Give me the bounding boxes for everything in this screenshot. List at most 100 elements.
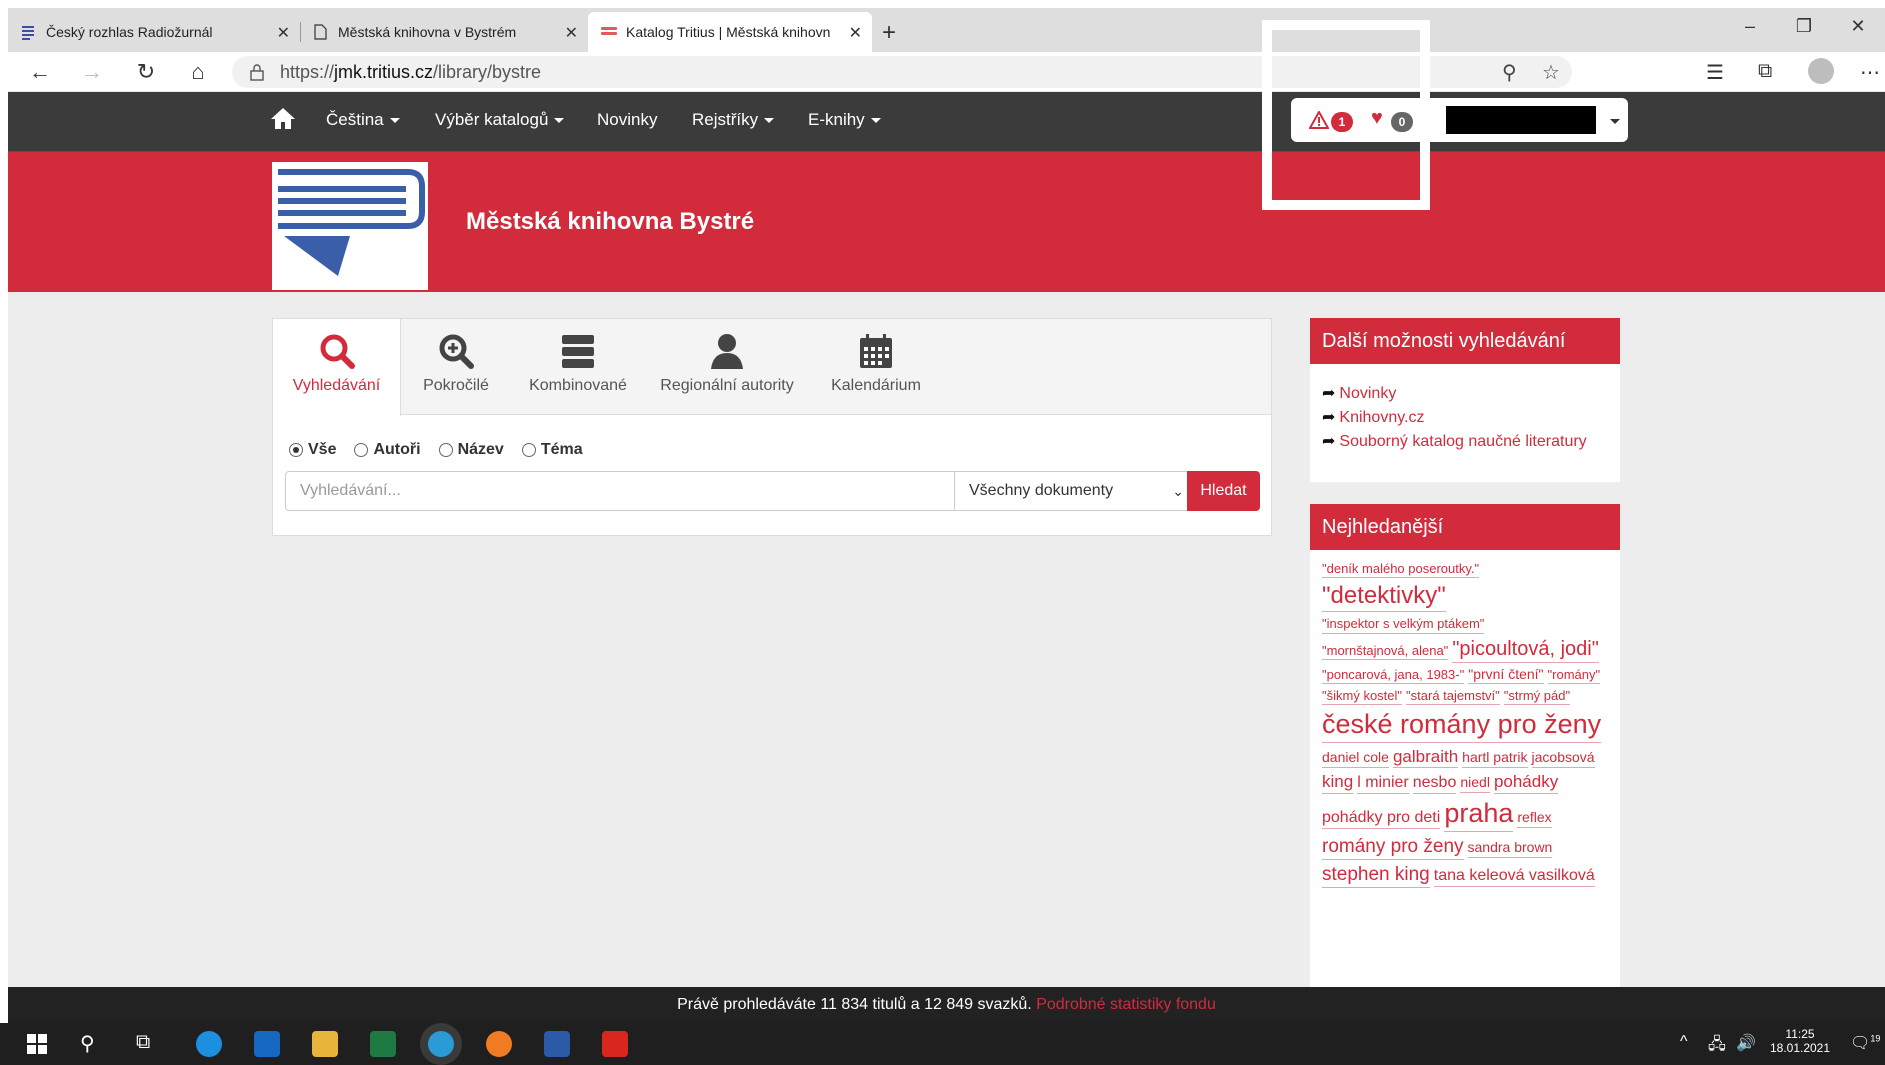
- tab-search[interactable]: Vyhledávání: [273, 319, 401, 416]
- search-tag[interactable]: "první čtení": [1468, 666, 1544, 684]
- edge-icon[interactable]: [428, 1031, 454, 1057]
- favorite-star-icon[interactable]: ☆: [1542, 60, 1560, 85]
- minimize-icon[interactable]: –: [1723, 8, 1777, 44]
- search-tag[interactable]: hartl patrik: [1462, 749, 1528, 768]
- arrow-right-icon: ➦: [1322, 409, 1336, 426]
- search-tag[interactable]: nesbo: [1412, 773, 1457, 795]
- stats-link[interactable]: Podrobné statistiky fondu: [1036, 996, 1216, 1013]
- tab-calendar[interactable]: Kalendárium: [809, 319, 943, 415]
- search-tag[interactable]: jacobsová: [1531, 749, 1595, 768]
- search-tag[interactable]: tana keleová vasilková: [1433, 866, 1595, 887]
- search-tag[interactable]: praha: [1444, 797, 1514, 832]
- tag-cloud: "deník malého poseroutky." "detektivky" "i…: [1310, 550, 1620, 980]
- zoom-in-icon: [439, 334, 474, 369]
- document-type-select[interactable]: Všechny dokumenty ⌄: [955, 471, 1193, 511]
- tab-title: Katalog Tritius | Městská knihovn: [626, 24, 831, 40]
- forward-icon[interactable]: →: [78, 58, 106, 86]
- task-view-icon[interactable]: ⧉: [136, 1031, 162, 1057]
- search-tag[interactable]: "strmý pád": [1503, 688, 1571, 706]
- tab-combined[interactable]: Kombinované: [511, 319, 645, 415]
- search-tag[interactable]: king: [1322, 771, 1354, 794]
- more-menu-icon[interactable]: ⋯: [1860, 60, 1880, 85]
- notification-center-icon[interactable]: 🗨19: [1850, 1033, 1880, 1053]
- search-tag[interactable]: "romány": [1547, 667, 1601, 684]
- home-icon[interactable]: ⌂: [184, 58, 212, 86]
- back-icon[interactable]: ←: [26, 58, 54, 86]
- link-knihovny[interactable]: ➦ Knihovny.cz: [1322, 406, 1608, 430]
- search-icon[interactable]: ⚲: [80, 1031, 106, 1057]
- search-tag[interactable]: l minier: [1357, 773, 1409, 795]
- tab-regional-authorities[interactable]: Regionální autority: [645, 319, 809, 415]
- new-tab-icon[interactable]: +: [882, 21, 896, 45]
- nav-ebooks[interactable]: E-knihy: [808, 110, 881, 130]
- favorites-list-icon[interactable]: ☰: [1706, 60, 1724, 85]
- radio-title[interactable]: Název: [438, 441, 504, 459]
- home-icon[interactable]: [270, 106, 296, 135]
- search-tag[interactable]: "detektivky": [1322, 581, 1446, 613]
- close-icon[interactable]: ✕: [565, 23, 578, 43]
- search-tag[interactable]: romány pro ženy: [1322, 835, 1464, 860]
- search-tag[interactable]: galbraith: [1392, 746, 1459, 769]
- restore-icon[interactable]: ❐: [1777, 8, 1831, 44]
- more-search-options-card: Další možnosti vyhledávání ➦ Novinky ➦ Kni…: [1310, 318, 1620, 482]
- library-banner: Městská knihovna Bystré: [8, 152, 1885, 292]
- search-tag[interactable]: "šikmý kostel": [1322, 688, 1403, 706]
- nav-news[interactable]: Novinky: [597, 110, 657, 130]
- search-tag[interactable]: reflex: [1517, 809, 1552, 828]
- refresh-icon[interactable]: ↻: [132, 58, 160, 86]
- profile-avatar[interactable]: [1808, 58, 1834, 84]
- volume-icon[interactable]: 🔊: [1736, 1033, 1756, 1053]
- page-icon: [312, 24, 328, 40]
- windows-start-icon[interactable]: [24, 1031, 50, 1057]
- more-options-title: Další možnosti vyhledávání: [1310, 318, 1620, 364]
- search-tag[interactable]: "deník malého poseroutky.": [1322, 561, 1480, 579]
- search-tag[interactable]: pohádky pro deti: [1322, 808, 1441, 830]
- search-tag[interactable]: pohádky: [1493, 771, 1559, 794]
- browser-tab[interactable]: Městská knihovna v Bystrém ✕: [300, 12, 588, 52]
- search-input[interactable]: Vyhledávání...: [285, 471, 955, 511]
- browser-tab-active[interactable]: Katalog Tritius | Městská knihovn ✕: [588, 12, 872, 52]
- search-tag[interactable]: "picoultová, jodi": [1452, 637, 1599, 663]
- nav-catalog-select[interactable]: Výběr katalogů: [435, 110, 565, 130]
- firefox-icon[interactable]: [486, 1031, 512, 1057]
- search-tag[interactable]: sandra brown: [1467, 839, 1553, 858]
- radio-all[interactable]: Vše: [289, 441, 336, 459]
- clock[interactable]: 11:25 18.01.2021: [1768, 1027, 1832, 1055]
- close-icon[interactable]: ✕: [277, 23, 290, 43]
- link-union-catalog[interactable]: ➦ Souborný katalog naučné literatury: [1322, 430, 1608, 454]
- skype-icon[interactable]: [196, 1031, 222, 1057]
- tray-chevron-up-icon[interactable]: ^: [1680, 1033, 1688, 1051]
- acrobat-icon[interactable]: [602, 1031, 628, 1057]
- search-tag[interactable]: "stará tajemství": [1406, 688, 1500, 706]
- search-tag[interactable]: "mornštajnová, alena": [1322, 643, 1449, 660]
- stats-footer: Právě prohledáváte 11 834 titulů a 12 84…: [8, 987, 1885, 1023]
- search-button[interactable]: Hledat: [1187, 471, 1260, 511]
- url-text: https://jmk.tritius.cz/library/bystre: [280, 62, 542, 82]
- user-menu-caret[interactable]: [1610, 119, 1620, 124]
- close-window-icon[interactable]: ✕: [1831, 8, 1885, 44]
- tab-advanced[interactable]: Pokročilé: [401, 319, 511, 415]
- link-news[interactable]: ➦ Novinky: [1322, 382, 1608, 406]
- nav-registers[interactable]: Rejstříky: [692, 110, 775, 130]
- most-searched-title: Nejhledanější: [1310, 504, 1620, 550]
- search-tag[interactable]: "poncarová, jana, 1983-": [1322, 667, 1465, 684]
- collections-icon[interactable]: ⧉: [1758, 60, 1772, 83]
- search-tag[interactable]: niedl: [1460, 774, 1490, 793]
- search-tag[interactable]: daniel cole: [1322, 749, 1389, 768]
- search-tag[interactable]: "inspektor s velkým ptákem": [1322, 616, 1485, 634]
- word-icon[interactable]: [544, 1031, 570, 1057]
- library-logo[interactable]: [272, 162, 428, 290]
- close-icon[interactable]: ✕: [849, 23, 862, 43]
- browser-tab[interactable]: Český rozhlas Radiožurnál ✕: [8, 12, 301, 52]
- outlook-icon[interactable]: [254, 1031, 280, 1057]
- search-tag[interactable]: české romány pro ženy: [1322, 708, 1602, 743]
- nav-language[interactable]: Čeština: [326, 110, 400, 130]
- radio-authors[interactable]: Autoři: [354, 441, 421, 459]
- lock-icon: [250, 64, 264, 81]
- network-icon[interactable]: 🖧: [1708, 1033, 1726, 1060]
- excel-icon[interactable]: [370, 1031, 396, 1057]
- search-tag[interactable]: stephen king: [1322, 863, 1430, 888]
- key-icon[interactable]: ⚲: [1502, 60, 1517, 85]
- radio-topic[interactable]: Téma: [521, 441, 583, 459]
- file-explorer-icon[interactable]: [312, 1031, 338, 1057]
